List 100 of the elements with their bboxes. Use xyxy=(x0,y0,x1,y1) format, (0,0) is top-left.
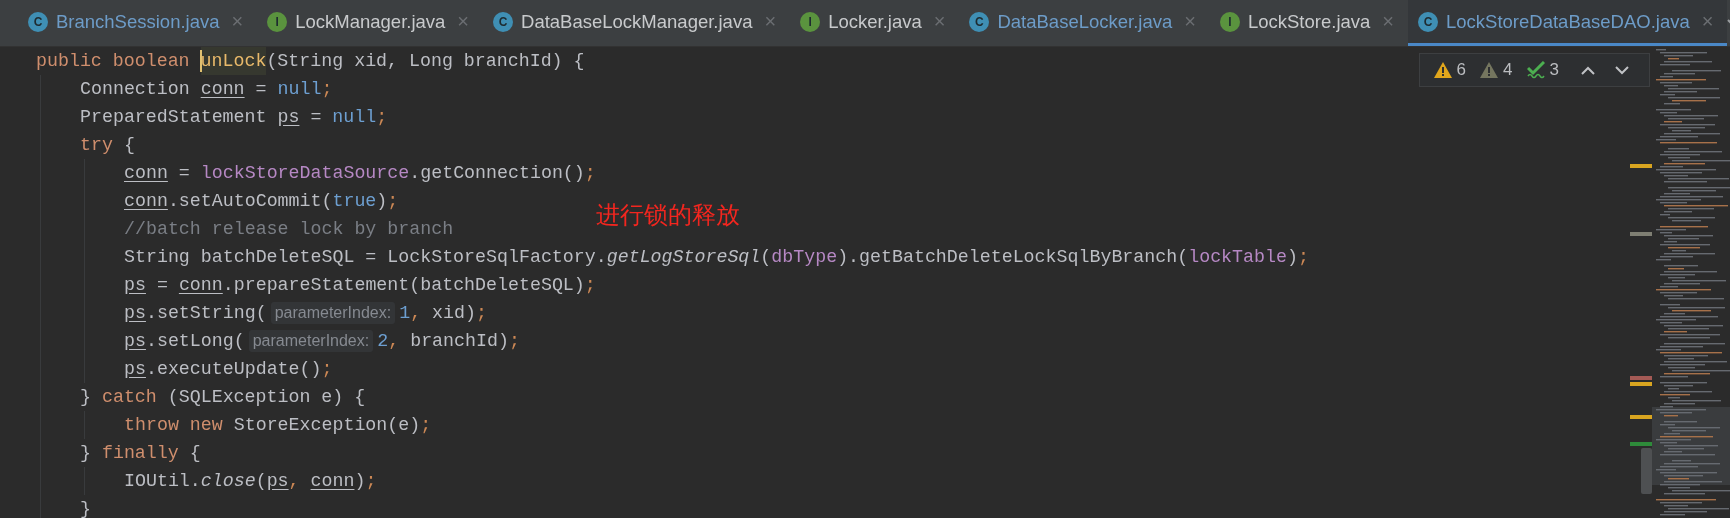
code-token: PreparedStatement xyxy=(80,106,268,129)
code-token: = xyxy=(155,274,169,297)
class-icon: C xyxy=(969,11,990,32)
code-token: ; xyxy=(1297,246,1309,269)
code-token: ps xyxy=(124,330,146,353)
code-token: .setString( xyxy=(145,302,267,325)
close-button[interactable]: × xyxy=(764,10,777,33)
close-button[interactable]: × xyxy=(1184,10,1196,33)
code-token: , xyxy=(410,302,422,325)
error-stripe-mark[interactable] xyxy=(1630,382,1652,386)
error-stripe-mark[interactable] xyxy=(1630,442,1652,446)
close-button[interactable]: × xyxy=(1701,10,1714,33)
code-token: try xyxy=(80,134,113,157)
code-token: } xyxy=(80,442,92,465)
code-token: .getConnection() xyxy=(409,162,585,185)
code-token: ; xyxy=(365,470,377,493)
code-token: 2 xyxy=(377,330,389,353)
code-token: xid) xyxy=(431,302,476,325)
code-token: ; xyxy=(420,414,432,437)
code-token: StoreException(e) xyxy=(233,414,421,437)
code-token: conn xyxy=(200,78,245,101)
close-button[interactable]: × xyxy=(933,10,946,33)
parameter-hint: parameterIndex: xyxy=(248,330,374,352)
file-tab[interactable]: I LockStore.java × xyxy=(1209,0,1408,46)
code-token: 1 xyxy=(399,302,411,325)
code-token: ) xyxy=(376,190,388,213)
code-token: conn xyxy=(124,190,168,213)
code-token: null xyxy=(277,78,322,101)
code-token: ).getBatchDeleteLockSqlByBranch( xyxy=(837,246,1189,269)
code-token: conn xyxy=(310,470,355,493)
code-token: ps xyxy=(266,470,289,493)
code-token: ; xyxy=(321,358,333,381)
code-token: getLogStoreSql xyxy=(606,246,761,269)
file-tab[interactable]: I LockManager.java × xyxy=(257,0,484,46)
code-token: ; xyxy=(476,302,487,325)
code-token: { xyxy=(188,442,201,465)
interface-icon: I xyxy=(1219,11,1240,32)
close-button[interactable]: × xyxy=(457,10,470,33)
code-token: close xyxy=(200,470,256,493)
code-token: lockStoreDataSource xyxy=(200,162,410,185)
code-token: ; xyxy=(387,190,399,213)
error-stripe-mark[interactable] xyxy=(1630,232,1652,236)
code-token: = xyxy=(254,78,268,101)
interface-icon: I xyxy=(800,11,821,32)
code-token: null xyxy=(332,106,377,129)
warning-icon xyxy=(1433,62,1452,78)
code-token: Connection xyxy=(80,78,191,101)
code-token: ) xyxy=(1286,246,1298,269)
error-stripe-mark[interactable] xyxy=(1630,415,1652,419)
file-tab[interactable]: C DataBaseLocker.java × xyxy=(959,0,1210,46)
code-token: .prepareStatement(batchDeleteSQL) xyxy=(222,274,585,297)
code-token: dbType xyxy=(771,246,838,269)
code-token: (SQLException e) { xyxy=(166,386,366,409)
code-token: IOUtil. xyxy=(124,470,201,493)
code-token: } xyxy=(80,386,92,409)
class-icon: C xyxy=(28,11,48,32)
code-token: ps xyxy=(277,106,300,129)
code-token: = xyxy=(309,106,323,129)
scrollbar-thumb[interactable] xyxy=(1641,448,1652,494)
close-button[interactable]: × xyxy=(231,10,244,33)
code-token: , xyxy=(288,470,301,493)
code-token: ps xyxy=(124,358,146,381)
code-token: (String xid, Long branchId) { xyxy=(266,50,585,73)
class-icon: C xyxy=(493,11,514,32)
code-token: conn xyxy=(124,162,168,185)
problem-count: 4 xyxy=(1503,60,1513,80)
file-tab[interactable]: I Locker.java × xyxy=(790,0,960,46)
code-token: , xyxy=(388,330,400,353)
code-token: throw new xyxy=(124,414,224,437)
code-token: ps xyxy=(124,302,146,325)
annotation-text: 进行锁的释放 xyxy=(596,200,740,231)
parameter-hint: parameterIndex: xyxy=(270,302,396,324)
error-stripe-mark[interactable] xyxy=(1630,376,1652,380)
file-tab[interactable]: C BranchSession.java × xyxy=(18,0,258,46)
code-token: String batchDeleteSQL = LockStoreSqlFactory. xyxy=(124,246,607,269)
code-token: = xyxy=(177,162,191,185)
check-icon xyxy=(1526,61,1545,79)
code-comment: //batch release lock by branch xyxy=(124,218,454,241)
code-token: lockTable xyxy=(1188,246,1287,269)
code-token: ps xyxy=(124,274,146,297)
code-token: ( xyxy=(760,246,772,269)
code-token: catch xyxy=(101,386,157,409)
close-button[interactable]: × xyxy=(1382,10,1394,33)
code-token: .executeUpdate() xyxy=(145,358,322,381)
code-token: { xyxy=(122,134,135,157)
code-token: .setLong( xyxy=(145,330,245,353)
warning-icon xyxy=(1480,62,1499,78)
code-token: ; xyxy=(508,330,520,353)
minimap-drawing[interactable] xyxy=(1652,47,1730,518)
error-stripe-mark[interactable] xyxy=(1630,164,1652,168)
code-token: ; xyxy=(376,106,388,129)
code-token: true xyxy=(332,190,377,213)
code-token: unLock xyxy=(200,47,267,75)
code-token: .setAutoCommit( xyxy=(167,190,333,213)
problem-count: 6 xyxy=(1456,60,1467,80)
file-tab[interactable]: C LockStoreDataBaseDAO.java × xyxy=(1408,0,1728,46)
code-token: ; xyxy=(584,274,596,297)
file-tab[interactable]: C DataBaseLockManager.java × xyxy=(483,0,791,46)
code-token: conn xyxy=(178,274,223,297)
code-token: } xyxy=(80,498,91,518)
